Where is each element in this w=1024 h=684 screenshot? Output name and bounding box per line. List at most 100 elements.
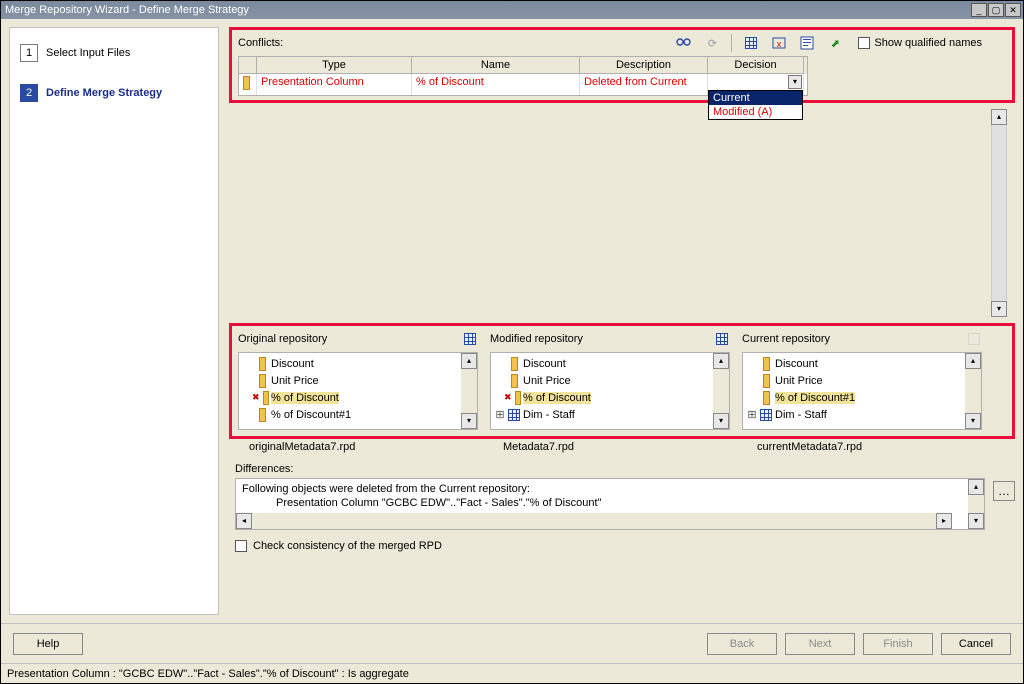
view-icon[interactable]	[714, 332, 730, 346]
arrow-up-icon[interactable]: ⬈	[826, 35, 844, 51]
scroll-track[interactable]	[991, 125, 1007, 301]
scroll-down-icon[interactable]: ▾	[991, 301, 1007, 317]
tree-item-label[interactable]: % of Discount	[523, 392, 591, 404]
step-number: 1	[20, 44, 38, 62]
minimize-button[interactable]: _	[971, 3, 987, 17]
view-icon[interactable]	[462, 332, 478, 346]
filter-icon[interactable]: x	[770, 35, 788, 51]
cancel-button[interactable]: Cancel	[941, 633, 1011, 655]
tree-item-label[interactable]: Dim - Staff	[523, 409, 575, 421]
original-repository-panel: Original repository Discount Unit Price …	[238, 332, 478, 430]
row-type: Presentation Column	[257, 74, 412, 95]
next-button[interactable]: Next	[785, 633, 855, 655]
save-icon[interactable]	[798, 35, 816, 51]
header-decision[interactable]: Decision	[708, 57, 804, 74]
scroll-left-icon[interactable]: ◂	[236, 513, 252, 529]
step-define-merge-strategy[interactable]: 2 Define Merge Strategy	[18, 80, 210, 106]
grid-icon[interactable]	[742, 35, 760, 51]
differences-details-button[interactable]: …	[993, 481, 1015, 501]
conflicts-scrollbar[interactable]: ▴ ▾	[991, 109, 1007, 317]
header-name[interactable]: Name	[412, 57, 580, 74]
tree-item-label[interactable]: % of Discount	[271, 392, 339, 404]
back-button[interactable]: Back	[707, 633, 777, 655]
table-header-row: Type Name Description Decision	[239, 57, 807, 74]
row-description: Deleted from Current	[580, 74, 708, 95]
decision-dropdown-list: Current Modified (A)	[708, 90, 803, 120]
differences-label: Differences:	[235, 463, 985, 475]
status-bar: Presentation Column : "GCBC EDW".."Fact …	[1, 663, 1023, 683]
current-repo-filename: currentMetadata7.rpd	[743, 441, 985, 453]
separator	[731, 34, 732, 52]
differences-text: Following objects were deleted from the …	[236, 479, 968, 529]
show-qualified-names-checkbox[interactable]: Show qualified names	[858, 37, 982, 49]
status-text: Presentation Column : "GCBC EDW".."Fact …	[7, 668, 409, 680]
column-icon	[243, 76, 250, 90]
step-label: Select Input Files	[46, 47, 130, 59]
original-repo-tree[interactable]: Discount Unit Price % of Discount % of D…	[239, 353, 461, 429]
maximize-button[interactable]: ▢	[988, 3, 1004, 17]
tree-item-label[interactable]: Unit Price	[775, 375, 823, 387]
checkbox-icon	[858, 37, 870, 49]
scroll-up-icon[interactable]: ▴	[965, 353, 981, 369]
tree-item-label[interactable]: % of Discount#1	[775, 392, 855, 404]
help-button[interactable]: Help	[13, 633, 83, 655]
decision-option-current[interactable]: Current	[709, 91, 802, 105]
differences-vscroll[interactable]: ▴ ▾	[968, 479, 984, 529]
tree-item-label[interactable]: Dim - Staff	[775, 409, 827, 421]
find-icon[interactable]	[675, 35, 693, 51]
svg-text:x: x	[777, 39, 782, 49]
scroll-down-icon[interactable]: ▾	[461, 413, 477, 429]
window-title: Merge Repository Wizard - Define Merge S…	[5, 4, 971, 16]
modified-repo-tree[interactable]: Discount Unit Price % of Discount ⊞Dim -…	[491, 353, 713, 429]
conflicts-panel: Conflicts: ⟳ x ⬈	[229, 27, 1015, 103]
modified-repository-panel: Modified repository Discount Unit Price …	[490, 332, 730, 430]
conflict-row[interactable]: Presentation Column % of Discount Delete…	[239, 74, 807, 95]
scroll-down-icon[interactable]: ▾	[968, 513, 984, 529]
current-repo-label: Current repository	[742, 333, 966, 345]
scroll-right-icon[interactable]: ▸	[936, 513, 952, 529]
view-icon[interactable]	[966, 332, 982, 346]
step-select-input-files[interactable]: 1 Select Input Files	[18, 40, 210, 66]
tree-item-label[interactable]: Unit Price	[523, 375, 571, 387]
refresh-icon[interactable]: ⟳	[703, 35, 721, 51]
tree-scrollbar[interactable]: ▴ ▾	[461, 353, 477, 429]
current-repo-tree[interactable]: Discount Unit Price % of Discount#1 ⊞Dim…	[743, 353, 965, 429]
decision-dropdown[interactable]: ▾ Current Modified (A)	[708, 74, 804, 95]
check-consistency-checkbox[interactable]: Check consistency of the merged RPD	[229, 540, 1015, 552]
original-repo-label: Original repository	[238, 333, 462, 345]
repositories-panel: Original repository Discount Unit Price …	[229, 323, 1015, 439]
original-repo-filename: originalMetadata7.rpd	[235, 441, 477, 453]
scroll-up-icon[interactable]: ▴	[991, 109, 1007, 125]
chevron-down-icon[interactable]: ▾	[788, 75, 802, 89]
scroll-down-icon[interactable]: ▾	[713, 413, 729, 429]
differences-line: Presentation Column "GCBC EDW".."Fact - …	[242, 496, 962, 510]
titlebar: Merge Repository Wizard - Define Merge S…	[1, 1, 1023, 19]
close-button[interactable]: ✕	[1005, 3, 1021, 17]
scroll-down-icon[interactable]: ▾	[965, 413, 981, 429]
tree-item-label[interactable]: Discount	[523, 358, 566, 370]
tree-item-label[interactable]: Discount	[271, 358, 314, 370]
row-icon	[239, 74, 257, 95]
header-icon-col	[239, 57, 257, 74]
tree-scrollbar[interactable]: ▴ ▾	[965, 353, 981, 429]
tree-scrollbar[interactable]: ▴ ▾	[713, 353, 729, 429]
scroll-up-icon[interactable]: ▴	[461, 353, 477, 369]
tree-item-label[interactable]: Unit Price	[271, 375, 319, 387]
scroll-up-icon[interactable]: ▴	[968, 479, 984, 495]
finish-button[interactable]: Finish	[863, 633, 933, 655]
wizard-steps-sidebar: 1 Select Input Files 2 Define Merge Stra…	[9, 27, 219, 615]
tree-item-label[interactable]: Discount	[775, 358, 818, 370]
tree-item-label[interactable]: % of Discount#1	[271, 409, 351, 421]
differences-line: Following objects were deleted from the …	[242, 482, 962, 496]
conflicts-table: Type Name Description Decision Presentat…	[238, 56, 808, 96]
wizard-footer: Help Back Next Finish Cancel	[1, 623, 1023, 663]
checkbox-icon	[235, 540, 247, 552]
step-number: 2	[20, 84, 38, 102]
decision-option-modified[interactable]: Modified (A)	[709, 105, 802, 119]
header-type[interactable]: Type	[257, 57, 412, 74]
header-description[interactable]: Description	[580, 57, 708, 74]
conflicts-label: Conflicts:	[238, 37, 283, 49]
differences-hscroll[interactable]: ◂ ▸	[236, 513, 952, 529]
differences-box: Following objects were deleted from the …	[235, 478, 985, 530]
scroll-up-icon[interactable]: ▴	[713, 353, 729, 369]
